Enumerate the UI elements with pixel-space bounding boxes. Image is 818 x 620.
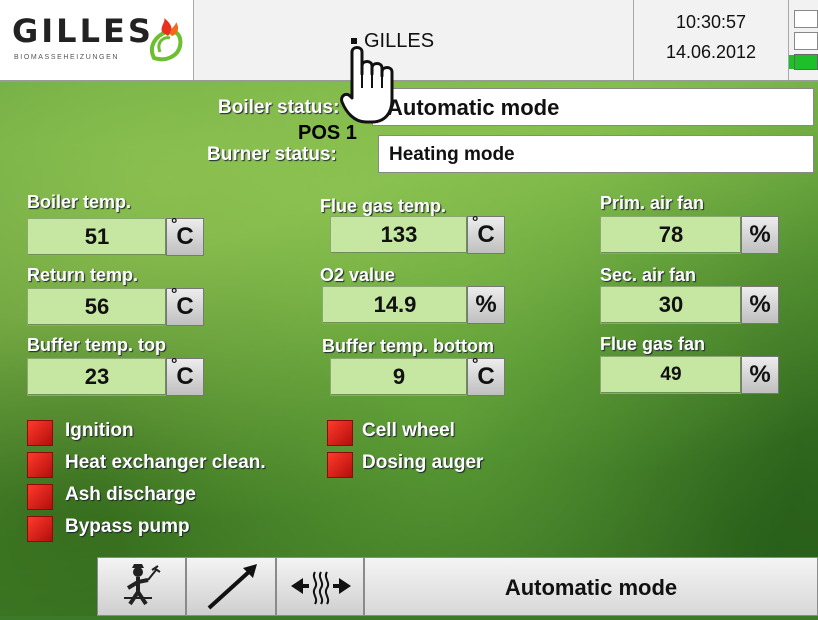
arrow-up-right-icon <box>207 564 257 610</box>
logo-subtitle: BIOMASSEHEIZUNGEN <box>14 54 119 61</box>
buffer-bottom-label: Buffer temp. bottom <box>322 336 494 356</box>
heat-exchange-icon <box>291 571 351 605</box>
dosing-auger-led <box>327 452 353 478</box>
ignition-led <box>27 420 53 446</box>
ignition-label: Ignition <box>65 420 134 441</box>
mode-button[interactable]: Automatic mode <box>364 557 818 616</box>
logo: GILLES BIOMASSEHEIZUNGEN <box>0 0 194 80</box>
prim-air-fan-value: 78 <box>600 216 742 254</box>
logo-text: GILLES <box>12 12 154 50</box>
heat-exchanger-label: Heat exchanger clean. <box>65 452 266 473</box>
ash-discharge-label: Ash discharge <box>65 484 196 505</box>
prim-air-fan-label: Prim. air fan <box>600 193 705 213</box>
status-indicators <box>788 0 818 80</box>
hand-pointer-icon <box>340 38 394 124</box>
sec-air-fan-label: Sec. air fan <box>600 265 697 285</box>
chimney-sweep-button[interactable] <box>97 557 186 616</box>
percent-unit: % <box>741 286 779 324</box>
boiler-temp-value: 51 <box>27 218 167 256</box>
boiler-status-field: Automatic mode <box>372 88 814 126</box>
flue-gas-fan-label: Flue gas fan <box>600 334 706 354</box>
clock-time: 10:30:57 <box>675 12 747 32</box>
heat-exchanger-led <box>27 452 53 478</box>
celsius-unit: ° C <box>467 214 505 254</box>
celsius-unit: ° C <box>467 356 505 396</box>
arrow-button[interactable] <box>186 557 276 616</box>
clock-date: 14.06.2012 <box>665 42 757 62</box>
celsius-unit: ° C <box>166 286 204 326</box>
buffer-top-label: Buffer temp. top <box>27 335 166 355</box>
celsius-unit: ° C <box>166 216 204 256</box>
o2-value-label: O2 value <box>320 265 396 285</box>
buffer-top-value: 23 <box>27 358 167 396</box>
flame-leaf-icon <box>149 18 183 62</box>
header-bar: GILLES BIOMASSEHEIZUNGEN GILLES 10:30:57… <box>0 0 818 82</box>
boiler-status-label: Boiler status: <box>218 97 340 118</box>
percent-unit: % <box>741 356 779 394</box>
indicator-empty-1 <box>794 10 818 28</box>
celsius-unit: ° C <box>166 356 204 396</box>
dosing-auger-label: Dosing auger <box>362 452 484 473</box>
ash-discharge-led <box>27 484 53 510</box>
return-temp-label: Return temp. <box>27 265 139 285</box>
percent-unit: % <box>741 216 779 254</box>
sec-air-fan-value: 30 <box>600 286 742 324</box>
burner-status-label: Burner status: <box>207 144 337 165</box>
buffer-bottom-value: 9 <box>330 358 468 396</box>
heat-exchange-button[interactable] <box>276 557 364 616</box>
bypass-pump-led <box>27 516 53 542</box>
burner-status-field: Heating mode <box>378 135 814 173</box>
indicator-empty-2 <box>794 32 818 50</box>
flue-gas-temp-label: Flue gas temp. <box>320 196 447 216</box>
clock: 10:30:57 14.06.2012 <box>633 0 789 80</box>
cell-wheel-led <box>327 420 353 446</box>
o2-value: 14.9 <box>322 286 468 324</box>
cell-wheel-label: Cell wheel <box>362 420 455 441</box>
percent-unit: % <box>467 286 505 324</box>
flue-gas-temp-value: 133 <box>330 216 468 254</box>
title-area: GILLES <box>194 0 632 80</box>
flue-gas-fan-value: 49 <box>600 356 742 394</box>
return-temp-value: 56 <box>27 288 167 326</box>
boiler-temp-label: Boiler temp. <box>27 192 132 212</box>
chimney-sweep-icon <box>124 564 161 606</box>
bypass-pump-label: Bypass pump <box>65 516 190 537</box>
indicator-green <box>789 54 818 70</box>
